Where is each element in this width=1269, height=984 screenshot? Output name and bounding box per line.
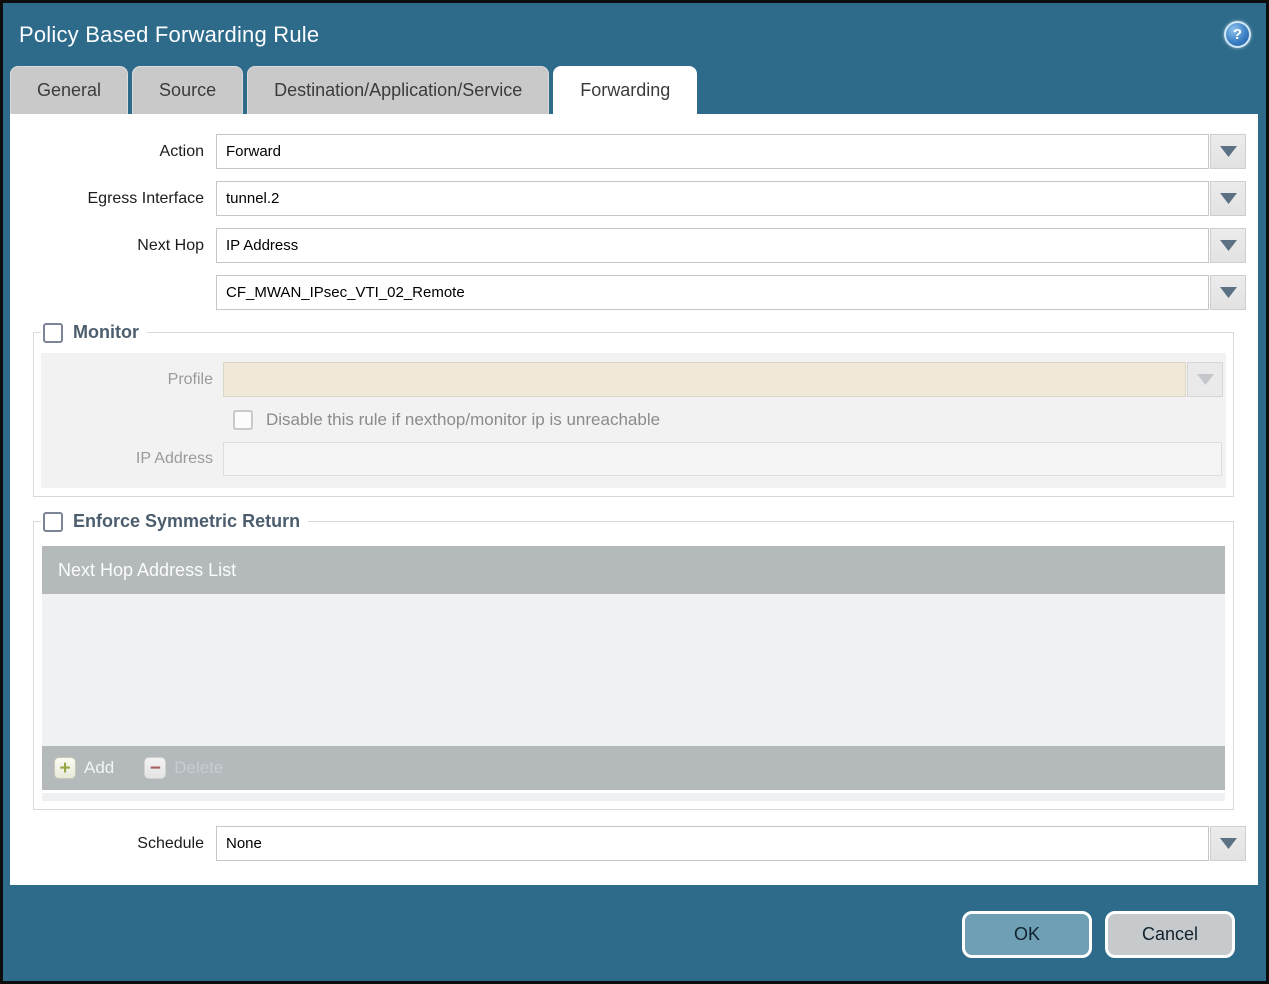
next-hop-label: Next Hop xyxy=(137,236,204,254)
egress-interface-combo: tunnel.2 xyxy=(216,181,1246,216)
monitor-disable-rule-row: Disable this rule if nexthop/monitor ip … xyxy=(233,410,1223,430)
schedule-label: Schedule xyxy=(137,834,204,852)
monitor-legend-label: Monitor xyxy=(73,322,139,342)
add-button-label: Add xyxy=(84,758,115,777)
schedule-row: Schedule None xyxy=(10,826,1246,861)
minus-icon: − xyxy=(144,757,167,779)
dialog-titlebar: Policy Based Forwarding Rule ? xyxy=(3,3,1266,66)
chevron-down-icon xyxy=(1196,374,1214,385)
delete-button: − Delete xyxy=(144,757,223,779)
symmetric-return-fieldset: Enforce Symmetric Return Next Hop Addres… xyxy=(33,511,1234,810)
symmetric-return-legend-label: Enforce Symmetric Return xyxy=(73,511,301,531)
tab-forwarding[interactable]: Forwarding xyxy=(553,66,698,114)
symmetric-return-checkbox[interactable] xyxy=(43,511,63,532)
next-hop-dropdown-button[interactable] xyxy=(1210,228,1246,263)
table-scroll-strip xyxy=(42,793,1225,801)
next-hop-address-value[interactable]: CF_MWAN_IPsec_VTI_02_Remote xyxy=(216,275,1209,310)
next-hop-row: Next Hop IP Address xyxy=(10,228,1246,263)
tab-content-forwarding: Action Forward Egress Interface tunnel.2 xyxy=(10,114,1258,885)
ok-button[interactable]: OK xyxy=(962,911,1092,958)
monitor-ip-address-input xyxy=(223,442,1222,476)
monitor-profile-value xyxy=(223,362,1186,397)
next-hop-address-combo: CF_MWAN_IPsec_VTI_02_Remote xyxy=(216,275,1246,310)
schedule-value[interactable]: None xyxy=(216,826,1209,861)
next-hop-address-table: Next Hop Address List + Add − Delete xyxy=(42,546,1225,790)
disable-rule-label: Disable this rule if nexthop/monitor ip … xyxy=(266,410,661,429)
monitor-legend: Monitor xyxy=(41,322,147,343)
egress-interface-label: Egress Interface xyxy=(87,189,205,207)
next-hop-combo: IP Address xyxy=(216,228,1246,263)
add-button[interactable]: + Add xyxy=(54,757,114,779)
monitor-profile-combo xyxy=(223,362,1223,397)
chevron-down-icon xyxy=(1219,838,1237,849)
monitor-fieldset: Monitor Profile Disable this rule if nex… xyxy=(33,322,1234,497)
delete-button-label: Delete xyxy=(174,758,224,777)
next-hop-address-row: CF_MWAN_IPsec_VTI_02_Remote xyxy=(10,275,1246,310)
monitor-profile-row: Profile xyxy=(41,362,1223,397)
tab-destination-application-service[interactable]: Destination/Application/Service xyxy=(247,66,550,114)
tab-bar: General Source Destination/Application/S… xyxy=(3,66,1266,114)
next-hop-address-dropdown-button[interactable] xyxy=(1210,275,1246,310)
next-hop-address-table-toolbar: + Add − Delete xyxy=(42,746,1225,790)
action-label: Action xyxy=(159,142,204,160)
egress-interface-row: Egress Interface tunnel.2 xyxy=(10,181,1246,216)
policy-based-forwarding-dialog: Policy Based Forwarding Rule ? General S… xyxy=(0,0,1269,984)
help-icon[interactable]: ? xyxy=(1224,21,1251,48)
tab-general[interactable]: General xyxy=(10,66,129,114)
next-hop-value[interactable]: IP Address xyxy=(216,228,1209,263)
action-combo: Forward xyxy=(216,134,1246,169)
action-dropdown-button[interactable] xyxy=(1210,134,1246,169)
monitor-profile-label: Profile xyxy=(167,370,213,388)
chevron-down-icon xyxy=(1219,146,1237,157)
monitor-checkbox[interactable] xyxy=(43,322,63,343)
next-hop-address-table-header: Next Hop Address List xyxy=(42,546,1225,594)
plus-icon: + xyxy=(54,757,76,779)
monitor-ip-address-row: IP Address xyxy=(41,442,1223,476)
monitor-panel: Profile Disable this rule if nexthop/mon… xyxy=(41,353,1226,488)
cancel-button[interactable]: Cancel xyxy=(1105,911,1235,958)
action-row: Action Forward xyxy=(10,134,1246,169)
monitor-ip-address-label: IP Address xyxy=(135,450,213,467)
monitor-profile-dropdown-button xyxy=(1187,362,1223,397)
disable-rule-checkbox xyxy=(233,410,253,430)
symmetric-return-legend: Enforce Symmetric Return xyxy=(41,511,308,532)
action-value[interactable]: Forward xyxy=(216,134,1209,169)
next-hop-address-table-body xyxy=(42,594,1225,746)
schedule-dropdown-button[interactable] xyxy=(1210,826,1246,861)
chevron-down-icon xyxy=(1219,240,1237,251)
tab-source[interactable]: Source xyxy=(132,66,244,114)
egress-interface-dropdown-button[interactable] xyxy=(1210,181,1246,216)
egress-interface-value[interactable]: tunnel.2 xyxy=(216,181,1209,216)
dialog-title: Policy Based Forwarding Rule xyxy=(19,21,320,47)
chevron-down-icon xyxy=(1219,193,1237,204)
chevron-down-icon xyxy=(1219,287,1237,298)
schedule-combo: None xyxy=(216,826,1246,861)
